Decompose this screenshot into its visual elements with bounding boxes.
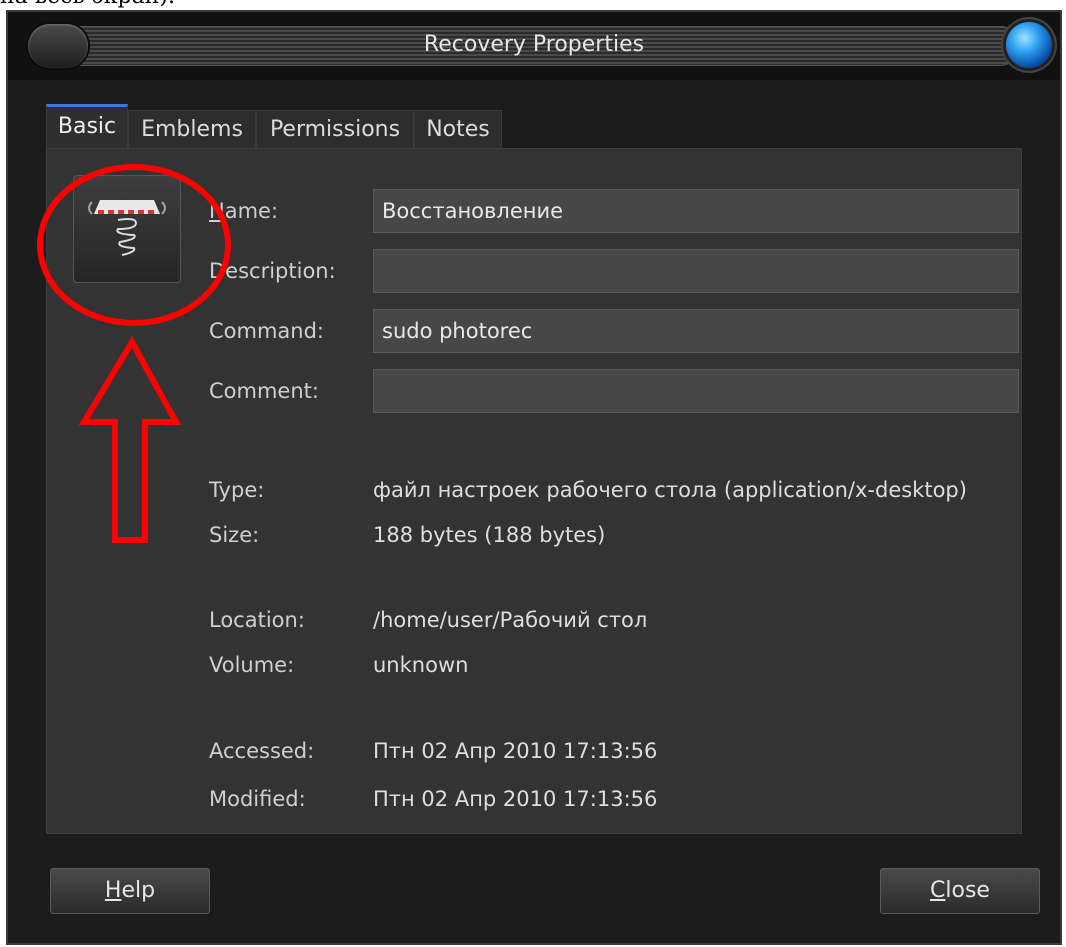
- tab-notes[interactable]: Notes: [414, 110, 502, 148]
- spring-sign-icon: [88, 200, 166, 256]
- size-label: Size:: [209, 523, 260, 547]
- accessed-label: Accessed:: [209, 739, 315, 763]
- volume-label: Volume:: [209, 653, 295, 677]
- type-value: файл настроек рабочего стола (applicatio…: [373, 478, 967, 502]
- help-button[interactable]: Help: [50, 868, 210, 914]
- basic-panel: Name: Восстановление Description: Comman…: [46, 148, 1022, 834]
- command-field[interactable]: sudo photorec: [373, 309, 1019, 353]
- title-bar[interactable]: Recovery Properties: [8, 12, 1060, 80]
- window-title: Recovery Properties: [423, 32, 645, 57]
- name-field[interactable]: Восстановление: [373, 189, 1019, 233]
- location-label: Location:: [209, 608, 305, 632]
- close-button[interactable]: Close: [880, 868, 1040, 914]
- command-label: Command:: [209, 319, 325, 343]
- properties-window: Recovery Properties Basic Emblems Permis…: [6, 10, 1062, 945]
- tab-basic[interactable]: Basic: [46, 104, 128, 148]
- modified-label: Modified:: [209, 787, 306, 811]
- tab-permissions[interactable]: Permissions: [256, 110, 414, 148]
- comment-label: Comment:: [209, 379, 319, 403]
- tab-emblems[interactable]: Emblems: [128, 110, 256, 148]
- app-icon-button[interactable]: [73, 175, 181, 283]
- name-label: Name:: [209, 199, 279, 223]
- comment-field[interactable]: [373, 369, 1019, 413]
- description-label: Description:: [209, 259, 336, 283]
- type-label: Type:: [209, 478, 265, 502]
- close-orb-icon[interactable]: [1006, 22, 1052, 68]
- size-value: 188 bytes (188 bytes): [373, 523, 606, 547]
- volume-value: unknown: [373, 653, 469, 677]
- accessed-value: Птн 02 Апр 2010 17:13:56: [373, 739, 658, 763]
- modified-value: Птн 02 Апр 2010 17:13:56: [373, 787, 658, 811]
- location-value: /home/user/Рабочий стол: [373, 608, 648, 632]
- description-field[interactable]: [373, 249, 1019, 293]
